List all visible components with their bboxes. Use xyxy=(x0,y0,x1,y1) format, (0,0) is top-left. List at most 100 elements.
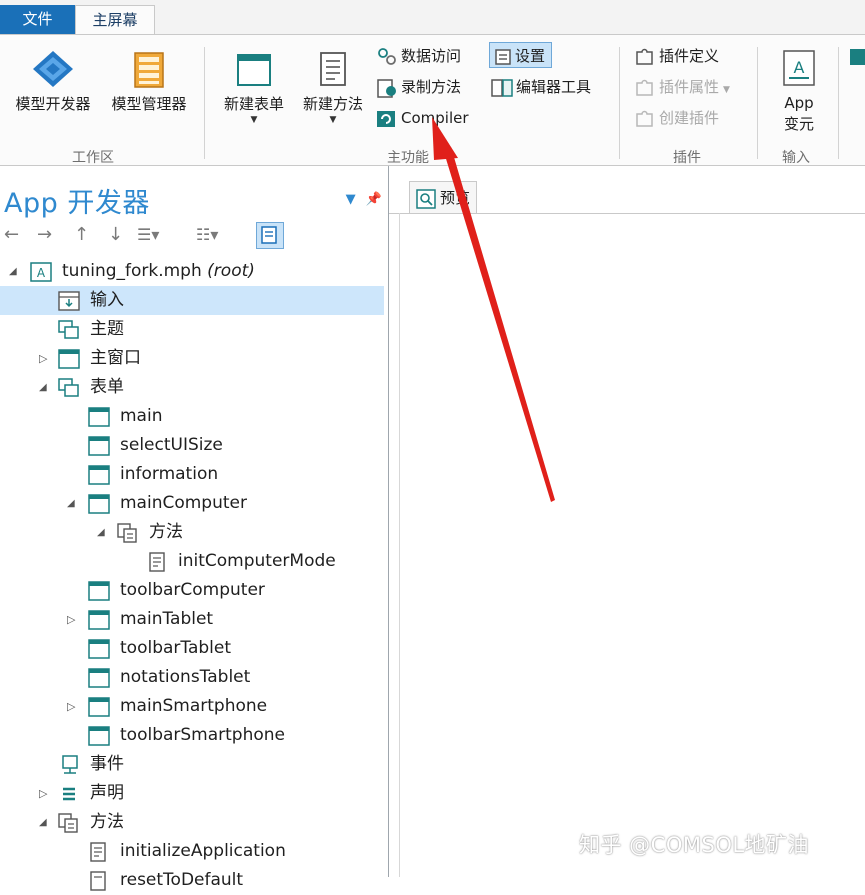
tree-label-methods: 方法 xyxy=(90,812,124,832)
collapse-arrow-icon[interactable]: ◢ xyxy=(39,373,47,402)
form-icon xyxy=(88,726,110,746)
back-arrow-icon[interactable]: ← xyxy=(4,221,19,249)
expand-arrow-icon[interactable]: ▷ xyxy=(67,692,75,721)
tree-label-method-initcomputermode: initComputerMode xyxy=(178,551,336,571)
editor-tools-icon xyxy=(491,78,513,97)
tree-node-input[interactable]: 输入 xyxy=(0,286,384,315)
tree-node-declarations[interactable]: ▷ 声明 xyxy=(0,779,384,808)
record-method-button[interactable]: 录制方法 xyxy=(376,74,461,100)
plugin-properties-button[interactable]: 插件属性 ▼ xyxy=(634,74,730,100)
data-access-button[interactable]: 数据访问 xyxy=(376,43,461,69)
forward-arrow-icon[interactable]: → xyxy=(37,221,52,249)
view-toggle-icon[interactable] xyxy=(256,222,284,249)
expand-arrow-icon[interactable]: ▷ xyxy=(67,605,75,634)
tree-node-form-mainsmartphone[interactable]: ▷ mainSmartphone xyxy=(0,692,384,721)
compiler-button[interactable]: Compiler xyxy=(376,105,469,131)
create-plugin-button[interactable]: 创建插件 xyxy=(634,105,719,131)
watermark: 知乎 @COMSOL地矿油 xyxy=(579,833,810,857)
tree-node-main-window[interactable]: ▷ 主窗口 xyxy=(0,344,384,373)
svg-text:A: A xyxy=(37,266,46,280)
tab-preview[interactable]: 预览 xyxy=(409,181,477,214)
preview-border xyxy=(399,213,400,877)
tab-home[interactable]: 主屏幕 xyxy=(75,5,155,34)
sort-list-icon[interactable]: ☷▾ xyxy=(196,221,218,249)
tree-node-form-methods[interactable]: ◢ 方法 xyxy=(0,518,384,547)
tree-node-root[interactable]: ◢ A tuning_fork.mph (root) xyxy=(0,257,384,286)
new-method-button[interactable]: 新建方法 ▼ xyxy=(295,49,371,125)
tree-label-form-toolbarsmartphone: toolbarSmartphone xyxy=(120,725,286,745)
collapse-arrow-icon[interactable]: ◢ xyxy=(67,489,75,518)
input-icon xyxy=(58,291,80,311)
collapse-arrow-icon[interactable]: ◢ xyxy=(9,257,17,286)
form-icon xyxy=(88,697,110,717)
settings-button[interactable]: 设置 xyxy=(489,42,553,68)
expand-arrow-icon[interactable]: ▷ xyxy=(39,344,47,373)
tree-node-form-toolbartablet[interactable]: toolbarTablet xyxy=(0,634,384,663)
group-label-input: 输入 xyxy=(782,150,810,166)
tree-node-form-toolbarsmartphone[interactable]: toolbarSmartphone xyxy=(0,721,384,750)
tree-label-form-toolbarcomputer: toolbarComputer xyxy=(120,580,265,600)
tree-label-form-toolbartablet: toolbarTablet xyxy=(120,638,232,658)
tree-node-theme[interactable]: 主题 xyxy=(0,315,384,344)
tree-node-form-notationstablet[interactable]: notationsTablet xyxy=(0,663,384,692)
tree-node-events[interactable]: 事件 xyxy=(0,750,384,779)
tree-node-methods[interactable]: ◢ 方法 xyxy=(0,808,384,837)
tree-label-events: 事件 xyxy=(90,754,124,774)
app-variables-label-line1: App xyxy=(784,94,814,112)
plugin-definition-button[interactable]: 插件定义 xyxy=(634,43,719,69)
model-manager-button[interactable]: 模型管理器 xyxy=(102,49,196,114)
tree-label-form-maincomputer: mainComputer xyxy=(120,493,247,513)
tab-file[interactable]: 文件 xyxy=(0,5,75,34)
tree-node-form-maincomputer[interactable]: ◢ mainComputer xyxy=(0,489,384,518)
settings-label: 设置 xyxy=(515,47,546,65)
tree-label-declarations: 声明 xyxy=(90,783,124,803)
up-arrow-icon[interactable]: ↑ xyxy=(74,221,89,249)
ribbon-overflow-icon[interactable] xyxy=(850,49,865,65)
tree-node-method-resettodefault[interactable]: resetToDefault xyxy=(0,866,384,895)
collapse-arrow-icon[interactable]: ◢ xyxy=(97,518,105,547)
model-builder-button[interactable]: 模型开发器 xyxy=(6,49,100,114)
puzzle-icon xyxy=(636,48,653,65)
panel-menu-icon[interactable]: ▼ xyxy=(346,192,356,207)
tree-label-form-information: information xyxy=(120,464,219,484)
data-access-label: 数据访问 xyxy=(401,47,462,65)
tree-node-form-selectuisize[interactable]: selectUISize xyxy=(0,431,384,460)
tree-node-forms[interactable]: ◢ 表单 xyxy=(0,373,384,402)
plugin-properties-label: 插件属性 xyxy=(659,78,720,96)
model-manager-label: 模型管理器 xyxy=(111,95,187,113)
panel-toolbar: ← → ↑ ↓ ☰▾ ☷▾ xyxy=(4,221,384,249)
expand-list-icon[interactable]: ☰▾ xyxy=(137,221,159,249)
ribbon-separator xyxy=(204,47,205,159)
expand-arrow-icon[interactable]: ▷ xyxy=(39,779,47,808)
group-label-main: 主功能 xyxy=(387,150,429,166)
tree-node-form-main[interactable]: main xyxy=(0,402,384,431)
editor-tools-button[interactable]: 编辑器工具 xyxy=(491,74,591,100)
tab-preview-label: 预览 xyxy=(440,189,471,207)
collapse-arrow-icon[interactable]: ◢ xyxy=(39,808,47,837)
view-icon xyxy=(261,226,277,244)
tree-node-method-initcomputermode[interactable]: initComputerMode xyxy=(0,547,384,576)
tree-label-form-main: main xyxy=(120,406,163,426)
tree-label-form-mainsmartphone: mainSmartphone xyxy=(120,696,268,716)
tree-node-form-information[interactable]: information xyxy=(0,460,384,489)
tree-node-form-toolbarcomputer[interactable]: toolbarComputer xyxy=(0,576,384,605)
app-variables-icon: A xyxy=(783,50,815,86)
preview-area: 预览 xyxy=(389,166,865,877)
tree-node-method-initializeapplication[interactable]: initializeApplication xyxy=(0,837,384,866)
tree-node-form-maintablet[interactable]: ▷ mainTablet xyxy=(0,605,384,634)
tree-label-method-resettodefault: resetToDefault xyxy=(120,870,244,890)
tree-label-form-maintablet: mainTablet xyxy=(120,609,214,629)
app-builder-panel: App 开发器 ▼ 📌 ← → ↑ ↓ ☰▾ ☷▾ ◢ A tuning_for… xyxy=(0,166,389,891)
tree-label-form-methods: 方法 xyxy=(149,522,183,542)
plugin-definition-label: 插件定义 xyxy=(659,47,720,65)
method-icon xyxy=(149,552,165,572)
method-icon xyxy=(90,842,106,862)
new-form-button[interactable]: 新建表单 ▼ xyxy=(216,49,292,125)
down-arrow-icon[interactable]: ↓ xyxy=(108,221,123,249)
pin-icon[interactable]: 📌 xyxy=(366,192,382,207)
ribbon: 模型开发器 模型管理器 工作区 新建表单 ▼ 新建方法 ▼ 数据访问 录制方法 … xyxy=(0,34,865,166)
app-variables-button[interactable]: A App 变元 xyxy=(770,49,828,135)
new-method-icon xyxy=(320,52,346,86)
events-icon xyxy=(62,755,78,774)
app-variables-label-line2: 变元 xyxy=(783,115,814,133)
